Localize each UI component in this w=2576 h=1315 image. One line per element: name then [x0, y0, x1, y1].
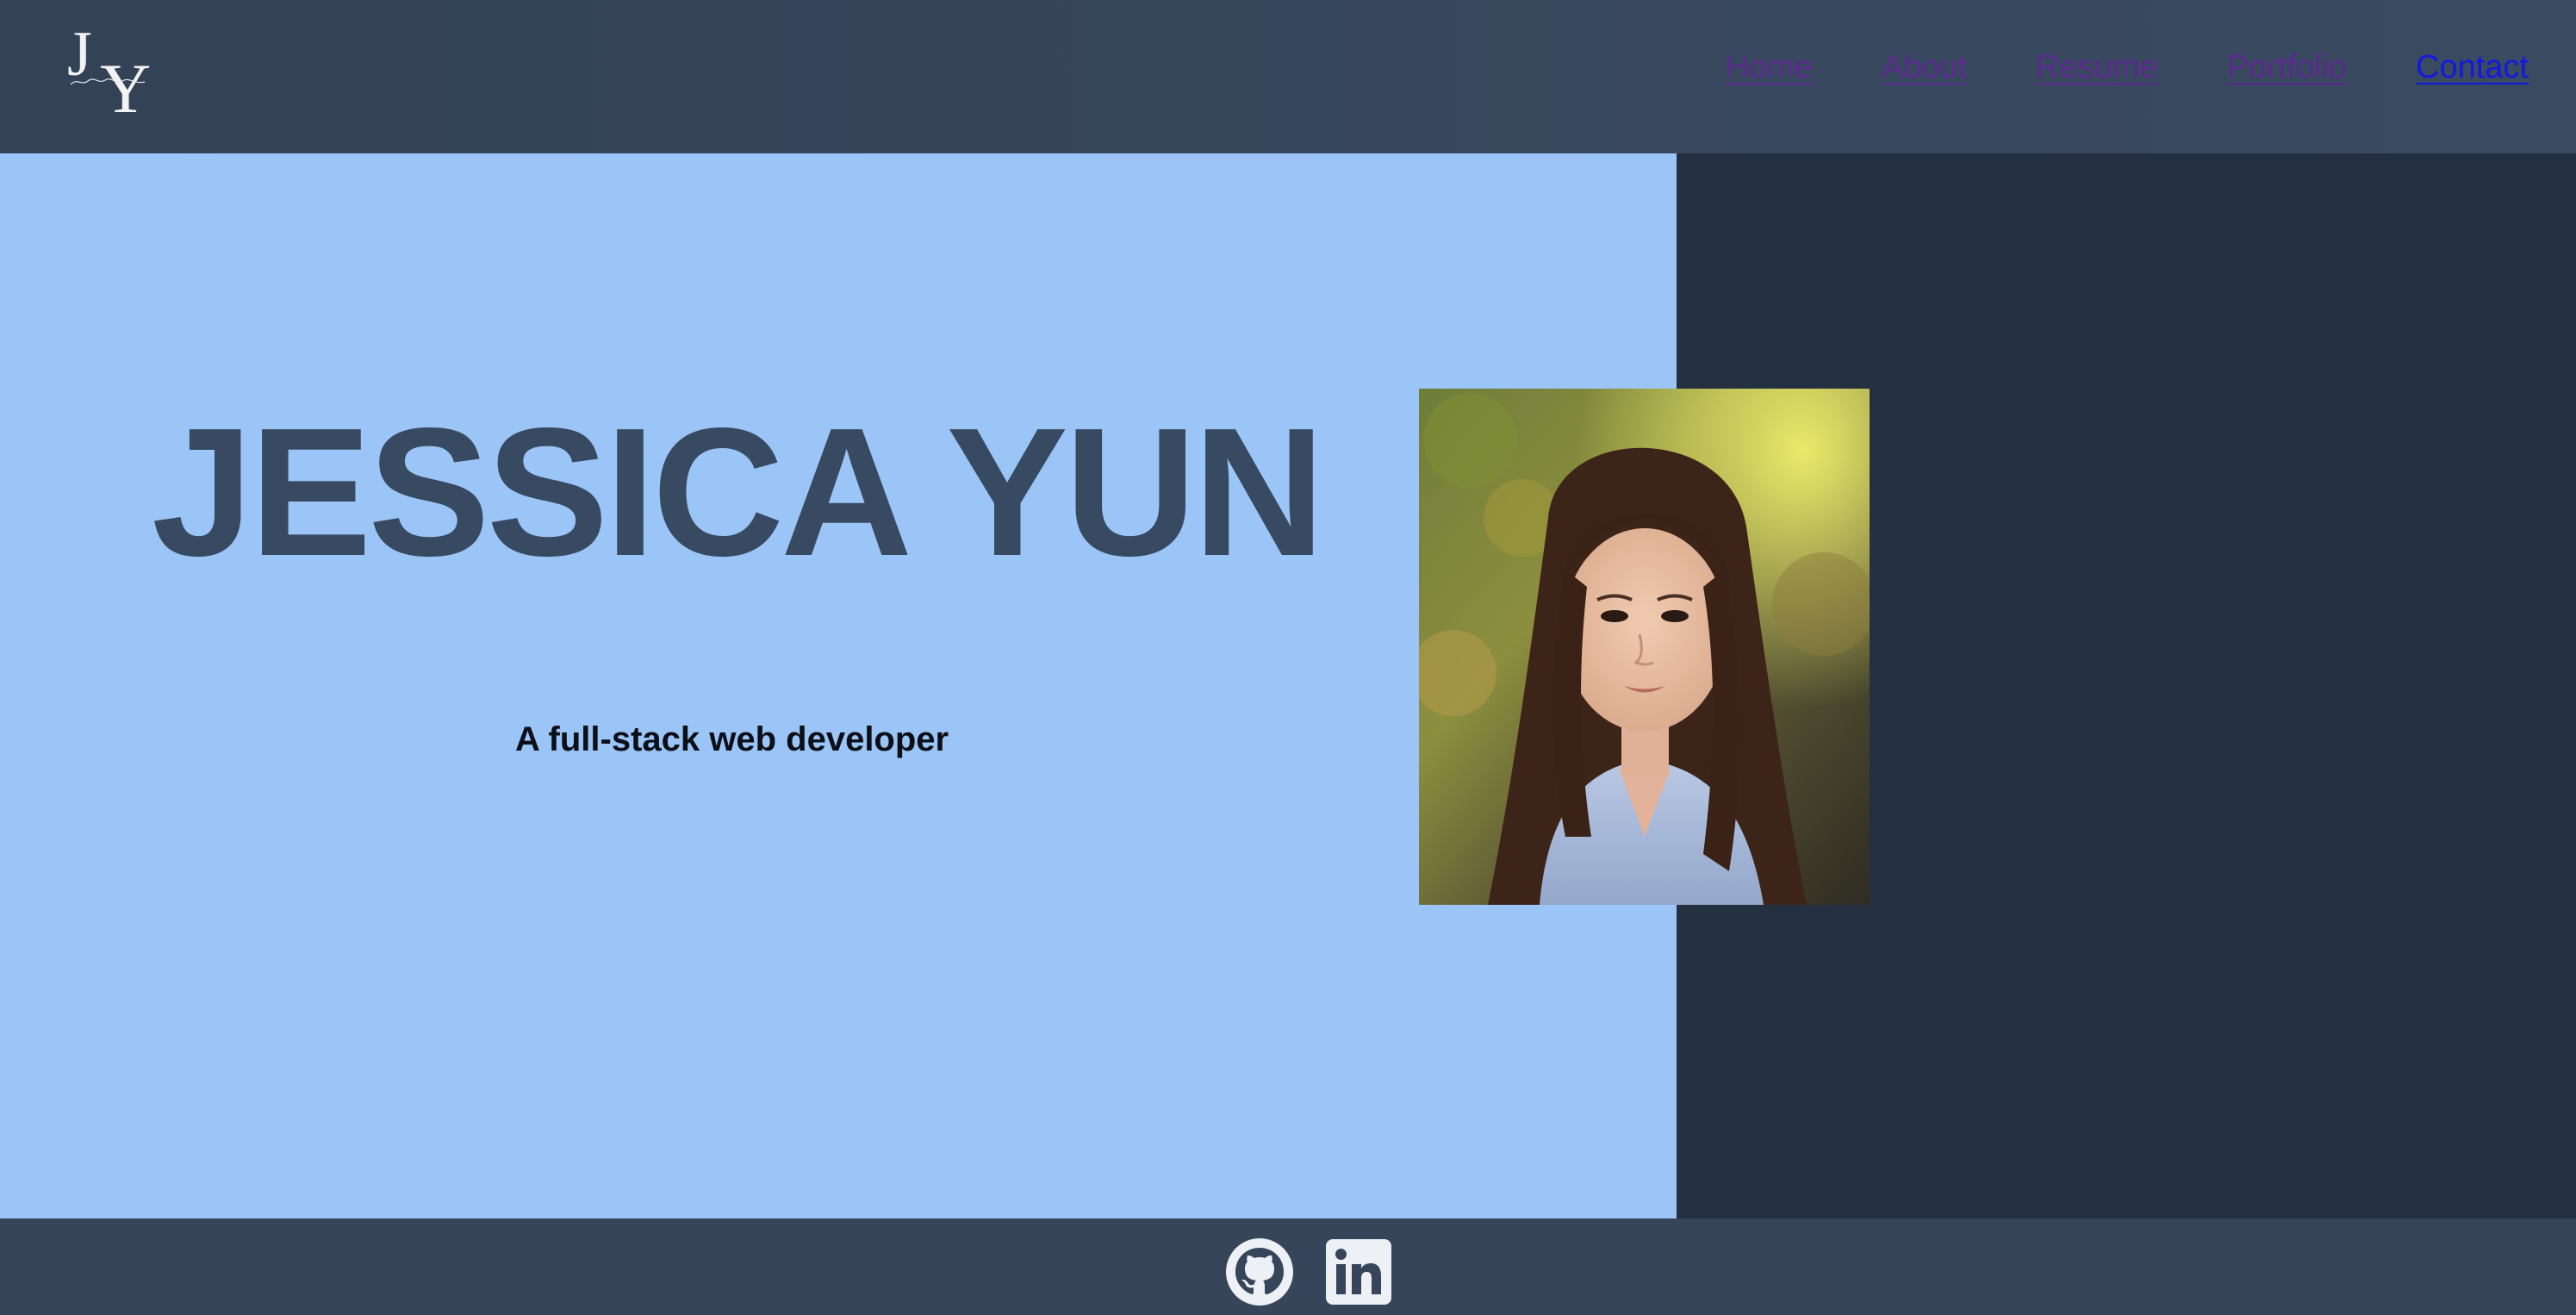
logo-letter-y: Y: [100, 49, 152, 128]
hero-name: JESSICA YUN: [152, 390, 1325, 594]
nav-contact-link[interactable]: Contact: [2416, 49, 2529, 86]
linkedin-icon[interactable]: [1324, 1237, 1393, 1306]
site-header: J Y Home About Resume Portfolio Contact: [0, 0, 2576, 153]
nav-resume-link[interactable]: Resume: [2036, 49, 2158, 86]
nav-portfolio-link[interactable]: Portfolio: [2227, 49, 2347, 86]
nav-about-link[interactable]: About: [1882, 49, 1967, 86]
logo-signature: [70, 78, 146, 85]
github-icon[interactable]: [1225, 1237, 1294, 1306]
main-nav: Home About Resume Portfolio Contact: [1725, 49, 2529, 86]
site-footer: [0, 1218, 2576, 1315]
hero-tagline: A full-stack web developer: [515, 720, 949, 758]
nav-home-link[interactable]: Home: [1725, 49, 1812, 86]
profile-photo: [1419, 389, 1870, 905]
logo[interactable]: J Y: [64, 22, 153, 124]
